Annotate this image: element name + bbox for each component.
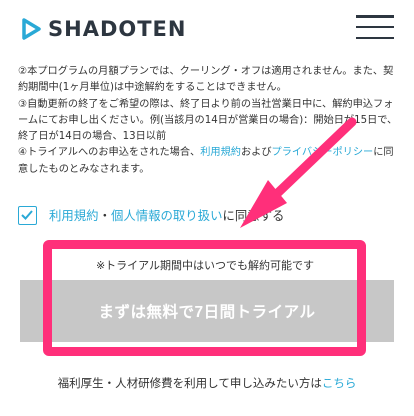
terms-note-4: ④トライアルへのお申込をされた場合、利用規約およびプライバシーポリシーに同意した… — [18, 145, 398, 178]
start-free-trial-button[interactable]: まずは無料で7日間トライアル — [20, 280, 394, 342]
checkmark-icon — [21, 209, 33, 220]
cancel-anytime-note: ※トライアル期間中はいつでも解約可能です — [95, 259, 315, 272]
agree-label: 利用規約・個人情報の取り扱いに同意する — [49, 206, 284, 224]
agreement-row: 利用規約・個人情報の取り扱いに同意する — [18, 204, 398, 226]
menu-bar — [356, 36, 394, 39]
terms-note-4-prefix: ④トライアルへのお申込をされた場合、 — [18, 147, 201, 159]
terms-note-2: ②本プログラムの月額プランでは、クーリング・オフは適用されません。また、契約期間… — [18, 66, 394, 94]
brand-name: SHADOTEN — [48, 17, 187, 41]
menu-bar — [356, 25, 394, 29]
cancel-anytime-note-box: ※トライアル期間中はいつでも解約可能です — [58, 254, 352, 276]
terms-note-4-mid: および — [240, 147, 272, 159]
terms-note-3: ③自動更新の終了をご希望の際は、終了日より前の当社営業日中に、解約申込フォームに… — [18, 98, 398, 143]
site-logo[interactable]: SHADOTEN — [20, 15, 186, 43]
hamburger-menu-icon[interactable] — [356, 12, 394, 42]
agree-separator: ・ — [98, 208, 111, 223]
agree-personal-info-link[interactable]: 個人情報の取り扱い — [111, 208, 223, 223]
welfare-note: 福利厚生・人材研修費を利用して申し込みたい方はこちら — [0, 375, 414, 391]
privacy-policy-link[interactable]: プライバシーポリシー — [272, 147, 374, 158]
agree-checkbox[interactable] — [18, 205, 37, 225]
site-header: SHADOTEN — [0, 0, 414, 56]
play-triangle-logo-icon — [22, 18, 41, 40]
welfare-text: 福利厚生・人材研修費を利用して申し込みたい方は — [57, 376, 322, 390]
agree-suffix: に同意する — [222, 208, 285, 223]
agree-terms-link[interactable]: 利用規約 — [49, 208, 99, 223]
terms-of-use-link[interactable]: 利用規約 — [200, 147, 241, 158]
terms-notes: ②本プログラムの月額プランでは、クーリング・オフは適用されません。また、契約期間… — [18, 64, 398, 178]
welfare-link[interactable]: こちら — [322, 376, 357, 390]
menu-bar — [356, 15, 394, 18]
trial-button-label: まずは無料で7日間トライアル — [98, 304, 316, 321]
